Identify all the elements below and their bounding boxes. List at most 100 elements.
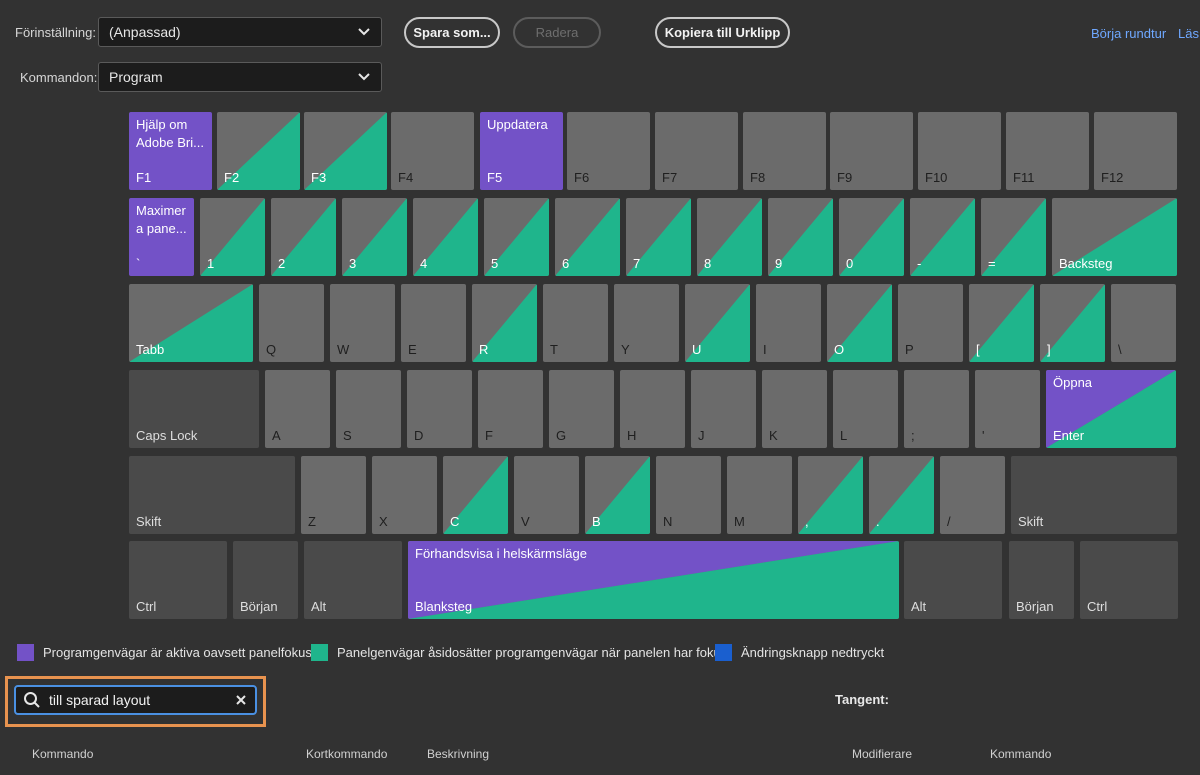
key-label: ` (136, 256, 141, 271)
key-f3[interactable]: F3 (304, 112, 387, 190)
key-d[interactable]: D (407, 370, 472, 448)
key-b[interactable]: B (585, 456, 650, 534)
key-capslock[interactable]: Caps Lock (129, 370, 259, 448)
column-header-description[interactable]: Beskrivning (427, 747, 489, 761)
key-6[interactable]: 6 (555, 198, 620, 276)
key-f7[interactable]: F7 (655, 112, 738, 190)
key-t[interactable]: T (543, 284, 608, 362)
key-sym3-11[interactable]: ' (975, 370, 1040, 448)
key-tabb[interactable]: Tabb (129, 284, 253, 362)
key-label: 4 (420, 256, 428, 271)
key-w[interactable]: W (330, 284, 395, 362)
key-n[interactable]: N (656, 456, 721, 534)
key-1[interactable]: 1 (200, 198, 265, 276)
search-input[interactable] (49, 692, 229, 708)
key-4[interactable]: 4 (413, 198, 478, 276)
column-header-command[interactable]: Kommando (32, 747, 93, 761)
column-header-command-2[interactable]: Kommando (990, 747, 1051, 761)
key-p[interactable]: P (898, 284, 963, 362)
key-alt[interactable]: Alt (304, 541, 402, 619)
key-label: E (408, 342, 417, 357)
key-label: N (663, 514, 673, 529)
key-5[interactable]: 5 (484, 198, 549, 276)
key-blanksteg[interactable]: Förhandsvisa i helskärmsläge Blanksteg (408, 541, 899, 619)
column-header-modifier[interactable]: Modifierare (852, 747, 912, 761)
key-i[interactable]: I (756, 284, 821, 362)
key-8[interactable]: 8 (697, 198, 762, 276)
key-f2[interactable]: F2 (217, 112, 300, 190)
key-label: 1 (207, 256, 215, 271)
key-h[interactable]: H (620, 370, 685, 448)
key-label: F5 (487, 170, 503, 185)
key-sym3-10[interactable]: ; (904, 370, 969, 448)
key-label: Början (1016, 599, 1054, 614)
key-label: D (414, 428, 424, 443)
key-f1[interactable]: Hjälp om Adobe Bri... F1 (129, 112, 212, 190)
key-c[interactable]: C (443, 456, 508, 534)
key-label: Tabb (136, 342, 165, 357)
key-0[interactable]: 0 (839, 198, 904, 276)
key-y[interactable]: Y (614, 284, 679, 362)
key-sym1-12[interactable]: = (981, 198, 1046, 276)
key-label: Backsteg (1059, 256, 1113, 271)
key-3[interactable]: 3 (342, 198, 407, 276)
key-sym1-11[interactable]: - (910, 198, 975, 276)
key-x[interactable]: X (372, 456, 437, 534)
key-r[interactable]: R (472, 284, 537, 362)
legend-modifier: Ändringsknapp nedtryckt (715, 644, 884, 661)
key-sym1-0[interactable]: Maximer a pane... ` (129, 198, 194, 276)
key-ctrl[interactable]: Ctrl (1080, 541, 1178, 619)
key-7[interactable]: 7 (626, 198, 691, 276)
key-z[interactable]: Z (301, 456, 366, 534)
key-sym2-12[interactable]: ] (1040, 284, 1105, 362)
key-label: 8 (704, 256, 712, 271)
key-sym4-10[interactable]: / (940, 456, 1005, 534)
key-g[interactable]: G (549, 370, 614, 448)
key-l[interactable]: L (833, 370, 898, 448)
key-v[interactable]: V (514, 456, 579, 534)
search-field[interactable] (14, 685, 257, 715)
key-label: F1 (136, 170, 152, 185)
key-j[interactable]: J (691, 370, 756, 448)
key-alt[interactable]: Alt (904, 541, 1002, 619)
key-label: 7 (633, 256, 641, 271)
key-f4[interactable]: F4 (391, 112, 474, 190)
key-e[interactable]: E (401, 284, 466, 362)
key-2[interactable]: 2 (271, 198, 336, 276)
key-f9[interactable]: F9 (830, 112, 913, 190)
key-k[interactable]: K (762, 370, 827, 448)
key-label: T (550, 342, 558, 357)
key-label: [ (976, 342, 980, 357)
close-icon[interactable] (235, 694, 247, 706)
key-f10[interactable]: F10 (918, 112, 1001, 190)
column-header-shortcut[interactable]: Kortkommando (306, 747, 387, 761)
key-o[interactable]: O (827, 284, 892, 362)
key-f12[interactable]: F12 (1094, 112, 1177, 190)
key-skift[interactable]: Skift (1011, 456, 1177, 534)
key-f[interactable]: F (478, 370, 543, 448)
key-label: O (834, 342, 845, 357)
key-början[interactable]: Början (1009, 541, 1074, 619)
key-a[interactable]: A (265, 370, 330, 448)
key-sym4-9[interactable]: . (869, 456, 934, 534)
key-början[interactable]: Början (233, 541, 298, 619)
key-sym2-11[interactable]: [ (969, 284, 1034, 362)
key-skift[interactable]: Skift (129, 456, 295, 534)
key-sym4-8[interactable]: , (798, 456, 863, 534)
key-label: Y (621, 342, 630, 357)
key-backsteg[interactable]: Backsteg (1052, 198, 1177, 276)
key-q[interactable]: Q (259, 284, 324, 362)
key-sym2-13[interactable]: \ (1111, 284, 1176, 362)
key-enter[interactable]: Öppna Enter (1046, 370, 1176, 448)
key-u[interactable]: U (685, 284, 750, 362)
key-9[interactable]: 9 (768, 198, 833, 276)
key-label: Caps Lock (136, 428, 198, 443)
key-f11[interactable]: F11 (1006, 112, 1089, 190)
key-s[interactable]: S (336, 370, 401, 448)
key-label: J (698, 428, 705, 443)
key-ctrl[interactable]: Ctrl (129, 541, 227, 619)
key-f5[interactable]: Uppdatera F5 (480, 112, 563, 190)
key-f8[interactable]: F8 (743, 112, 826, 190)
key-f6[interactable]: F6 (567, 112, 650, 190)
key-m[interactable]: M (727, 456, 792, 534)
